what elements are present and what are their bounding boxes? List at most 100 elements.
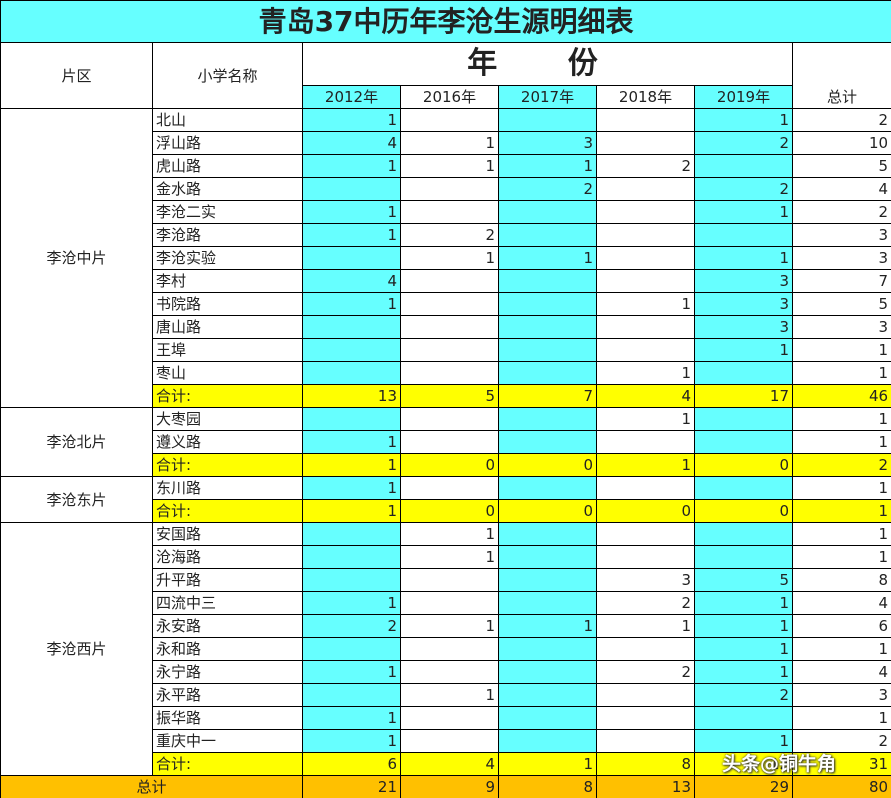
value-cell[interactable]: 1: [499, 615, 597, 638]
subtotal-label[interactable]: 合计:: [153, 753, 303, 776]
value-cell[interactable]: 1: [303, 431, 401, 454]
header-year[interactable]: 2019年: [695, 86, 793, 109]
value-cell[interactable]: 1: [303, 661, 401, 684]
value-cell[interactable]: [499, 339, 597, 362]
value-cell[interactable]: [401, 293, 499, 316]
row-total-cell[interactable]: 1: [793, 707, 891, 730]
value-cell[interactable]: [597, 201, 695, 224]
value-cell[interactable]: [597, 247, 695, 270]
row-total-cell[interactable]: 3: [793, 224, 891, 247]
school-name-cell[interactable]: 李村: [153, 270, 303, 293]
value-cell[interactable]: [597, 109, 695, 132]
value-cell[interactable]: 1: [303, 201, 401, 224]
value-cell[interactable]: [597, 431, 695, 454]
row-total-cell[interactable]: 5: [793, 155, 891, 178]
value-cell[interactable]: [303, 684, 401, 707]
value-cell[interactable]: 2: [695, 132, 793, 155]
value-cell[interactable]: 5: [695, 569, 793, 592]
value-cell[interactable]: [597, 316, 695, 339]
subtotal-cell[interactable]: 0: [695, 454, 793, 477]
value-cell[interactable]: 1: [597, 293, 695, 316]
value-cell[interactable]: 2: [303, 615, 401, 638]
subtotal-label[interactable]: 合计:: [153, 500, 303, 523]
value-cell[interactable]: 3: [499, 132, 597, 155]
school-name-cell[interactable]: 枣山: [153, 362, 303, 385]
subtotal-cell[interactable]: 6: [303, 753, 401, 776]
value-cell[interactable]: [499, 109, 597, 132]
row-total-cell[interactable]: 10: [793, 132, 891, 155]
subtotal-cell[interactable]: 13: [303, 385, 401, 408]
subtotal-cell[interactable]: 4: [597, 385, 695, 408]
subtotal-cell[interactable]: 1: [303, 454, 401, 477]
value-cell[interactable]: 1: [303, 155, 401, 178]
value-cell[interactable]: 3: [597, 569, 695, 592]
subtotal-cell[interactable]: 0: [401, 500, 499, 523]
school-name-cell[interactable]: 唐山路: [153, 316, 303, 339]
value-cell[interactable]: 1: [401, 132, 499, 155]
row-total-cell[interactable]: 3: [793, 316, 891, 339]
value-cell[interactable]: 2: [401, 224, 499, 247]
row-total-cell[interactable]: 1: [793, 546, 891, 569]
subtotal-total-cell[interactable]: 1: [793, 500, 891, 523]
value-cell[interactable]: [401, 638, 499, 661]
value-cell[interactable]: [499, 316, 597, 339]
value-cell[interactable]: [695, 707, 793, 730]
value-cell[interactable]: 1: [303, 224, 401, 247]
value-cell[interactable]: [401, 270, 499, 293]
header-total[interactable]: 总计: [793, 43, 891, 109]
value-cell[interactable]: [695, 362, 793, 385]
value-cell[interactable]: [401, 408, 499, 431]
value-cell[interactable]: [401, 707, 499, 730]
school-name-cell[interactable]: 升平路: [153, 569, 303, 592]
subtotal-label[interactable]: 合计:: [153, 385, 303, 408]
value-cell[interactable]: 1: [597, 362, 695, 385]
value-cell[interactable]: [499, 661, 597, 684]
subtotal-cell[interactable]: 0: [597, 500, 695, 523]
school-name-cell[interactable]: 李沧实验: [153, 247, 303, 270]
value-cell[interactable]: 1: [401, 615, 499, 638]
value-cell[interactable]: 1: [499, 155, 597, 178]
value-cell[interactable]: 3: [695, 316, 793, 339]
value-cell[interactable]: 1: [695, 109, 793, 132]
value-cell[interactable]: [695, 155, 793, 178]
row-total-cell[interactable]: 4: [793, 592, 891, 615]
school-name-cell[interactable]: 沧海路: [153, 546, 303, 569]
value-cell[interactable]: [401, 477, 499, 500]
subtotal-cell[interactable]: 0: [695, 500, 793, 523]
value-cell[interactable]: 1: [401, 684, 499, 707]
subtotal-cell[interactable]: 1: [499, 753, 597, 776]
subtotal-cell[interactable]: 8: [597, 753, 695, 776]
value-cell[interactable]: 1: [695, 638, 793, 661]
row-total-cell[interactable]: 4: [793, 661, 891, 684]
value-cell[interactable]: 2: [695, 684, 793, 707]
header-year[interactable]: 2017年: [499, 86, 597, 109]
value-cell[interactable]: [303, 546, 401, 569]
value-cell[interactable]: [499, 408, 597, 431]
value-cell[interactable]: [401, 592, 499, 615]
value-cell[interactable]: 1: [695, 247, 793, 270]
grand-total-cell[interactable]: 29: [695, 776, 793, 798]
school-name-cell[interactable]: 永平路: [153, 684, 303, 707]
value-cell[interactable]: 1: [695, 615, 793, 638]
row-total-cell[interactable]: 2: [793, 109, 891, 132]
school-name-cell[interactable]: 四流中三: [153, 592, 303, 615]
value-cell[interactable]: [695, 523, 793, 546]
value-cell[interactable]: [303, 178, 401, 201]
school-name-cell[interactable]: 重庆中一: [153, 730, 303, 753]
value-cell[interactable]: 1: [303, 707, 401, 730]
value-cell[interactable]: [499, 293, 597, 316]
row-total-cell[interactable]: 1: [793, 523, 891, 546]
row-total-cell[interactable]: 1: [793, 408, 891, 431]
subtotal-cell[interactable]: 0: [401, 454, 499, 477]
value-cell[interactable]: [597, 523, 695, 546]
school-name-cell[interactable]: 李沧二实: [153, 201, 303, 224]
value-cell[interactable]: 1: [695, 201, 793, 224]
subtotal-cell[interactable]: 4: [401, 753, 499, 776]
value-cell[interactable]: [401, 201, 499, 224]
value-cell[interactable]: [499, 592, 597, 615]
value-cell[interactable]: [499, 362, 597, 385]
value-cell[interactable]: [597, 684, 695, 707]
school-name-cell[interactable]: 北山: [153, 109, 303, 132]
value-cell[interactable]: 1: [303, 592, 401, 615]
school-name-cell[interactable]: 安国路: [153, 523, 303, 546]
